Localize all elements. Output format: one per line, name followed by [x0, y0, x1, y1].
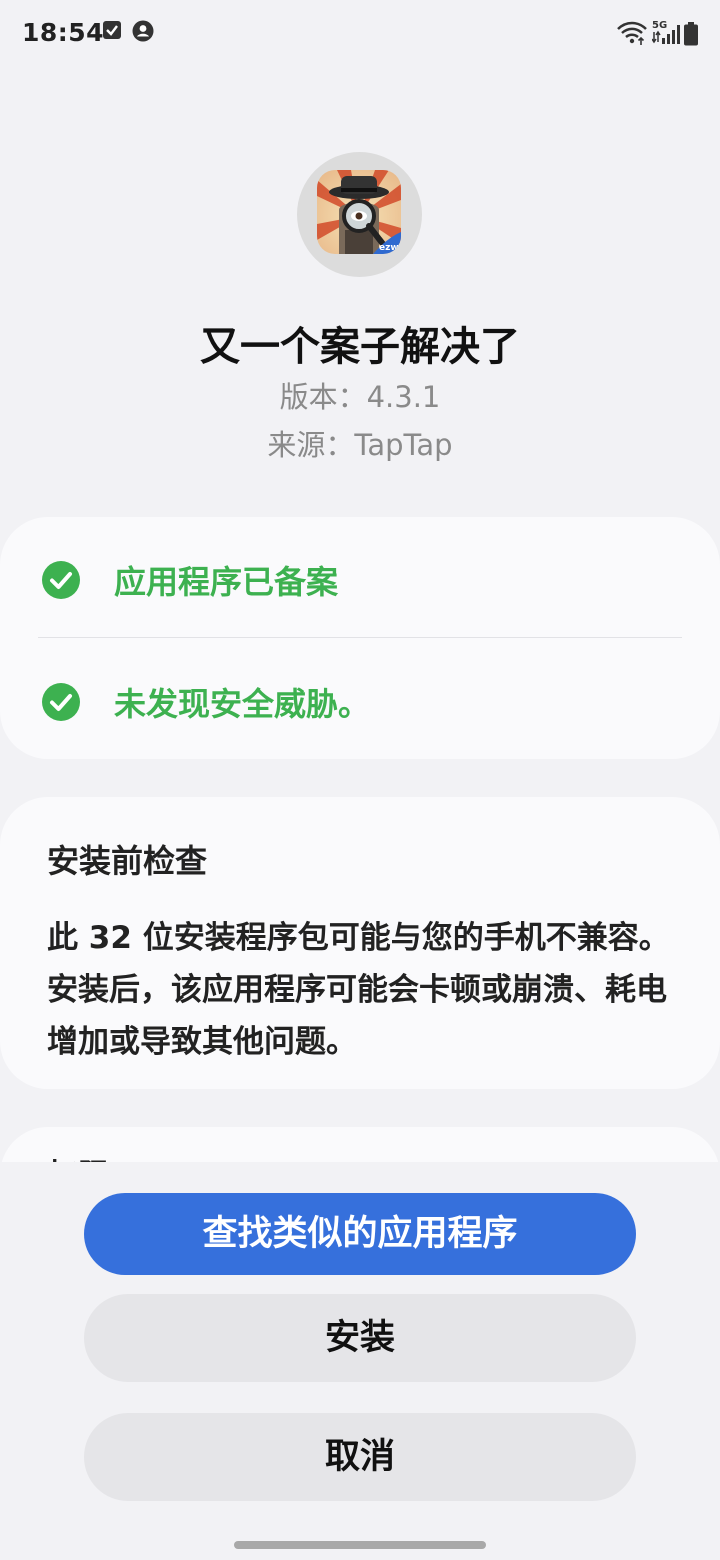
precheck-title: 安装前检查	[47, 842, 208, 880]
status-bar: 18:54 5G	[0, 0, 720, 68]
app-source: 来源：TapTap	[267, 428, 453, 462]
network-type-label: 5G	[652, 20, 667, 31]
app-version: 版本：4.3.1	[279, 380, 441, 414]
divider	[38, 637, 682, 638]
security-item-no-threat: 未发现安全威胁。	[42, 672, 370, 732]
status-time: 18:54	[22, 18, 105, 47]
home-indicator[interactable]	[234, 1541, 486, 1549]
install-button[interactable]: 安装	[84, 1294, 636, 1382]
check-box-icon	[103, 21, 121, 39]
battery-icon	[684, 22, 698, 46]
app-icon-badge: ezw	[379, 243, 399, 253]
check-circle-icon	[42, 561, 80, 599]
security-item-label: 应用程序已备案	[114, 563, 339, 601]
security-item-registered: 应用程序已备案	[42, 550, 338, 610]
find-similar-apps-button[interactable]: 查找类似的应用程序	[84, 1193, 636, 1275]
app-icon-container: ezw	[297, 152, 422, 277]
precheck-body: 此 32 位安装程序包可能与您的手机不兼容。安装后，该应用程序可能会卡顿或崩溃、…	[47, 920, 670, 1060]
wifi-icon	[617, 21, 647, 45]
check-circle-icon	[42, 683, 80, 721]
security-item-label: 未发现安全威胁。	[114, 685, 371, 723]
app-name: 又一个案子解决了	[200, 324, 520, 370]
app-icon: ezw	[317, 170, 401, 254]
cancel-button[interactable]: 取消	[84, 1413, 636, 1501]
account-icon	[132, 20, 154, 42]
signal-icon: 5G	[652, 20, 680, 44]
